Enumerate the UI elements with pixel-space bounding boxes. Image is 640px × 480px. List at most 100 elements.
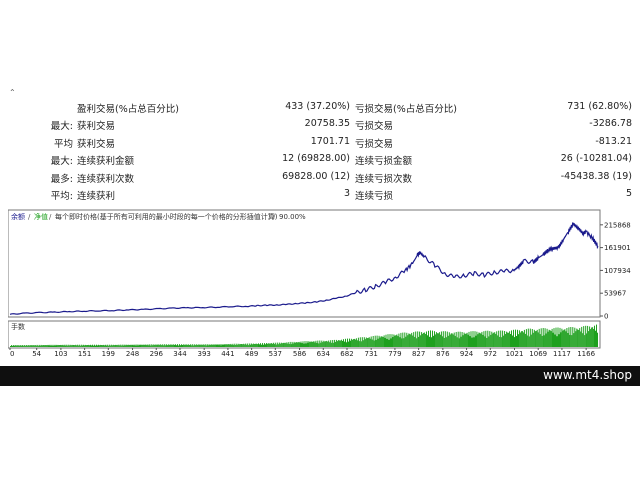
volume-bar (79, 344, 81, 347)
legend-balance: 余额 (11, 212, 25, 221)
volume-bar (111, 345, 113, 347)
volume-bar (232, 343, 234, 347)
volume-bar (72, 344, 74, 347)
volume-bar (434, 334, 436, 347)
volume-bar (465, 333, 467, 347)
volume-bar (571, 335, 573, 347)
volume-bar (256, 343, 258, 347)
volume-bar (261, 344, 262, 347)
volume-bar (208, 344, 210, 347)
volume-bar (411, 332, 413, 347)
volume-bar (130, 344, 132, 347)
volume-bar (431, 337, 432, 347)
volume-bar (316, 342, 318, 347)
volume-bar (284, 343, 286, 347)
volume-bar (432, 330, 433, 347)
volume-bar (214, 344, 216, 347)
volume-bar (514, 337, 515, 347)
volume-bar (349, 338, 350, 347)
collapse-caret-icon[interactable]: ⌃ (9, 88, 16, 97)
volume-bar (233, 345, 235, 347)
volume-bar (107, 345, 109, 347)
volume-bar (350, 340, 351, 347)
volume-bar (332, 340, 334, 347)
volume-bar (137, 345, 139, 347)
volume-bar (401, 338, 403, 347)
volume-bar (329, 342, 331, 347)
volume-bar (216, 344, 218, 347)
volume-bar (387, 334, 389, 347)
stats-row: 平均 获利交易 1701.71 亏损交易 -813.21 (0, 136, 640, 153)
volume-bar (539, 334, 541, 347)
volume-bar (305, 343, 307, 347)
stats-row: 盈利交易(%占总百分比) 433 (37.20%) 亏损交易(%占总百分比) 731 … (0, 101, 640, 118)
x-tick-label: 876 (436, 350, 450, 358)
volume-bar (96, 344, 97, 347)
volume-bar (191, 344, 193, 347)
volume-bar (352, 339, 354, 347)
volume-bar (427, 335, 428, 347)
volume-bar (553, 328, 555, 347)
volume-bar (99, 344, 101, 347)
volume-bar (81, 344, 83, 347)
volume-bar (467, 334, 469, 347)
volume-bar (412, 335, 414, 347)
volume-bar (203, 345, 205, 347)
volume-bar (361, 337, 363, 347)
x-tick-label: 682 (340, 350, 353, 358)
volume-bar (546, 328, 548, 347)
volume-bar (147, 344, 149, 347)
volume-bar (174, 344, 175, 347)
volume-bar (87, 345, 89, 347)
volume-bar (148, 345, 150, 347)
volume-bar (205, 345, 207, 347)
volume-bar (182, 345, 183, 347)
volume-bar (385, 334, 387, 347)
volume-bar (195, 344, 197, 347)
volume-bar (14, 345, 16, 347)
volume-bar (544, 328, 546, 347)
volume-bar (121, 344, 123, 347)
x-tick-label: 344 (173, 350, 187, 358)
volume-bar (24, 345, 26, 347)
volume-bar (297, 342, 299, 347)
volume-bar (155, 344, 157, 347)
volume-bar (156, 344, 158, 347)
volume-bar (93, 345, 94, 347)
brand-watermark[interactable]: www.mt4.shop (543, 368, 632, 382)
volume-bar (441, 336, 443, 347)
stats-row: 最多: 连续获利次数 69828.00 (12) 连续亏损次数 -45438.38 (1… (0, 171, 640, 188)
volume-bar (223, 344, 225, 347)
volume-label: 手数 (11, 322, 25, 331)
volume-bar (355, 338, 357, 347)
volume-bar (585, 325, 587, 347)
volume-bar (206, 344, 208, 347)
volume-bar (504, 331, 506, 347)
volume-bar (339, 340, 341, 347)
volume-bar (371, 339, 373, 347)
volume-bar (38, 344, 40, 347)
volume-bar (592, 327, 594, 347)
volume-bar (280, 342, 282, 347)
volume-bar (125, 344, 127, 347)
volume-bar (82, 345, 84, 347)
volume-bar (409, 333, 411, 347)
volume-bar (158, 344, 160, 347)
volume-bar (454, 335, 456, 347)
volume-bar (461, 332, 463, 347)
volume-bar (138, 344, 140, 347)
volume-bar (582, 333, 584, 347)
volume-bar (149, 344, 151, 347)
volume-bar (259, 344, 260, 347)
volume-bar (556, 336, 558, 347)
volume-bar (313, 341, 315, 347)
volume-bar (526, 335, 528, 347)
volume-bar (440, 331, 442, 347)
volume-bar (293, 341, 295, 347)
volume-bar (336, 339, 338, 347)
volume-bar (417, 331, 419, 347)
volume-bar (290, 344, 292, 347)
volume-bar (278, 342, 280, 347)
volume-bar (392, 337, 394, 347)
volume-bar (373, 340, 375, 347)
